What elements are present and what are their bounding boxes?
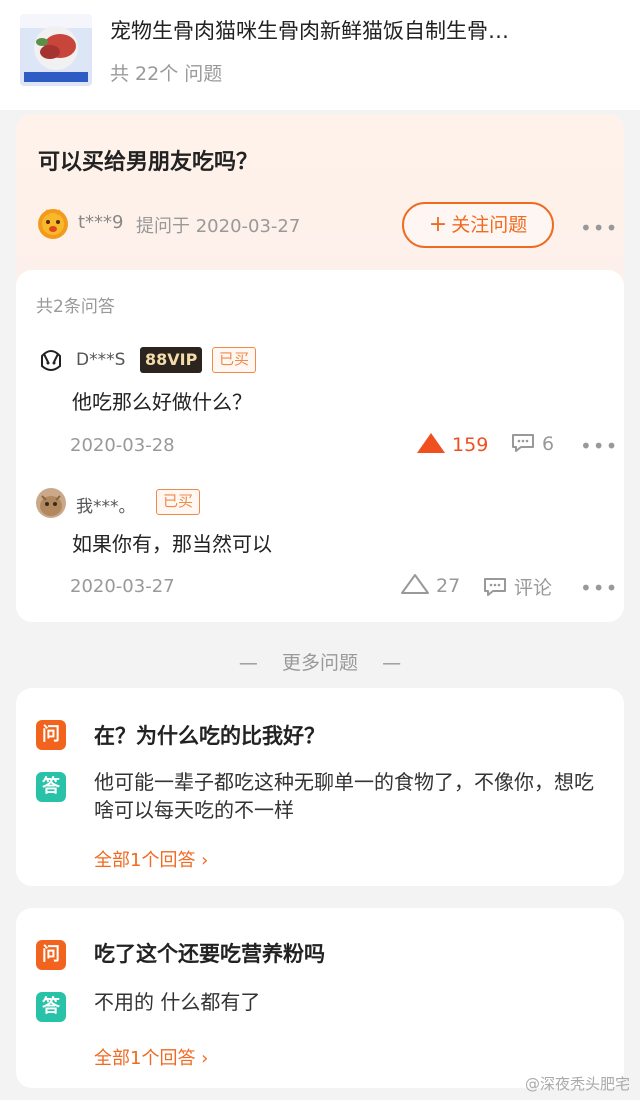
related-question-title[interactable]: 在？为什么吃的比我好？ [94,720,325,750]
comment-icon [484,578,506,596]
product-header[interactable]: 宠物生骨肉猫咪生骨肉新鲜猫饭自制生骨… 共 22个 问题 [0,0,640,110]
answer-date: 2020-03-27 [70,576,175,597]
answers-count: 共2条问答 [36,297,115,317]
question-title: 可以买给男朋友吃吗？ [38,150,259,175]
asker-avatar [36,206,70,240]
comment-button[interactable]: 6 [510,432,554,455]
like-count: 27 [436,575,461,597]
all-answers-link[interactable]: 全部1个回答 › [94,846,208,872]
asked-date: 提问于 2020-03-27 [136,216,301,237]
question-icon: 问 [36,940,66,970]
plus-icon: + [428,212,448,237]
answer-avatar[interactable] [36,346,66,376]
answer-more-icon[interactable]: ••• [580,436,618,456]
answer-username[interactable]: D***S [76,350,125,370]
bought-badge: 已买 [212,347,257,373]
answer-text: 他吃那么好做什么？ [72,390,252,414]
follow-label: 关注问题 [451,214,528,236]
related-question-card[interactable]: 问 在？为什么吃的比我好？ 答 他可能一辈子都吃这种无聊单一的食物了，不像你，想… [16,688,624,886]
comment-count: 6 [542,433,555,455]
question-card: 可以买给男朋友吃吗？ t***9 提问于 2020-03-27 + 关注问题 ••… [16,114,624,284]
chevron-right-icon: › [195,850,209,871]
answer-icon: 答 [36,772,66,802]
comment-label: 评论 [514,577,553,599]
follow-question-button[interactable]: + 关注问题 [402,202,554,248]
vip-badge: 88VIP [140,347,203,373]
all-answers-link[interactable]: 全部1个回答 › [94,1044,208,1070]
like-count: 159 [452,434,489,456]
upvote-icon [417,433,445,453]
product-thumbnail[interactable] [20,14,92,86]
answer-username[interactable]: 我***。 [76,492,136,517]
comment-button[interactable]: 评论 [482,573,552,600]
related-question-title[interactable]: 吃了这个还要吃营养粉吗 [94,938,325,968]
bought-badge: 已买 [156,489,201,515]
related-answer-text: 他可能一辈子都吃这种无聊单一的食物了，不像你，想吃啥可以每天吃的不一样 [94,770,594,822]
all-answers-label: 全部1个回答 [94,1048,196,1069]
question-count: 共 22个 问题 [110,63,223,85]
question-icon: 问 [36,720,66,750]
comment-icon [512,434,534,452]
related-answer-text: 不用的 什么都有了 [94,990,261,1014]
watermark: @深夜秃头肥宅 [524,1075,630,1093]
answer-icon: 答 [36,992,66,1022]
asker-name: t***9 [78,212,124,233]
related-question-card[interactable]: 问 吃了这个还要吃营养粉吗 答 不用的 什么都有了 全部1个回答 › [16,908,624,1088]
like-button[interactable]: 159 [416,432,488,456]
answer-avatar[interactable] [36,488,66,518]
upvote-icon [401,574,429,594]
answer-more-icon[interactable]: ••• [580,578,618,598]
answers-card: 共2条问答 D***S 88VIP 已买 他吃那么好做什么？ 2020-03-2… [16,270,624,622]
chevron-right-icon: › [195,1048,209,1069]
answer-date: 2020-03-28 [70,435,175,456]
more-options-icon[interactable]: ••• [580,218,618,238]
all-answers-label: 全部1个回答 [94,850,196,871]
more-questions-divider: — 更多问题 — [238,652,402,674]
like-button[interactable]: 27 [400,573,460,597]
product-title[interactable]: 宠物生骨肉猫咪生骨肉新鲜猫饭自制生骨… [110,16,610,46]
answer-text: 如果你有，那当然可以 [72,532,272,556]
